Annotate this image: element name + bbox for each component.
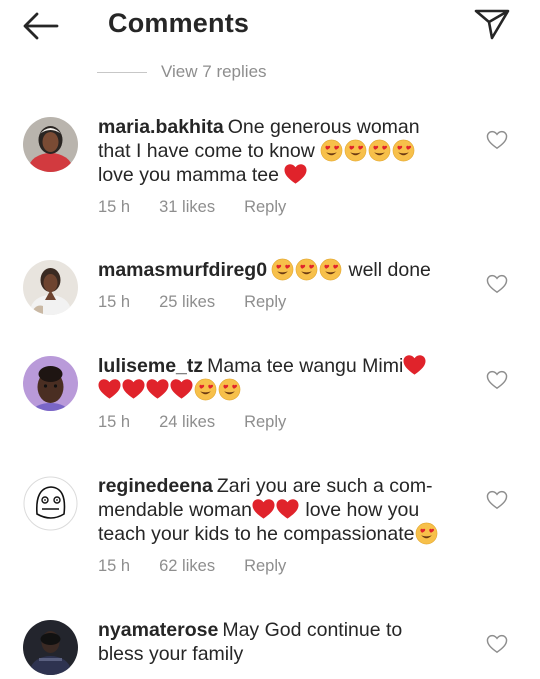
heart-eyes-emoji-icon <box>320 139 343 162</box>
comment-body: Zari you are such a com- <box>216 475 433 497</box>
red-heart-emoji-icon <box>276 498 299 520</box>
comment-username[interactable]: nyamaterose <box>98 619 218 641</box>
red-heart-emoji-icon <box>146 378 169 400</box>
comment-body: love you mamma tee <box>98 164 279 186</box>
heart-eyes-emoji-icon <box>295 258 318 281</box>
comment-meta: 15 h 62 likes Reply <box>98 557 315 576</box>
comment-text: luliseme_tz Mama tee wangu Mimi <box>98 354 473 402</box>
avatar[interactable] <box>23 476 78 531</box>
avatar[interactable] <box>23 117 78 172</box>
heart-eyes-emoji-icon <box>271 258 294 281</box>
like-heart-icon[interactable] <box>486 130 508 150</box>
comment-likes[interactable]: 31 likes <box>159 198 215 217</box>
heart-eyes-emoji-icon <box>344 139 367 162</box>
comment-username[interactable]: mamasmurfdireg0 <box>98 259 267 281</box>
red-heart-emoji-icon <box>284 163 307 185</box>
comment-likes[interactable]: 62 likes <box>159 557 215 576</box>
view-replies-toggle[interactable]: View 7 replies <box>97 62 267 82</box>
comment-body: teach your kids to he compassionate <box>98 523 415 545</box>
avatar[interactable] <box>23 356 78 411</box>
red-heart-emoji-icon <box>170 378 193 400</box>
like-heart-icon[interactable] <box>486 274 508 294</box>
heart-eyes-emoji-icon <box>368 139 391 162</box>
comment-username[interactable]: luliseme_tz <box>98 355 203 377</box>
page-title: Comments <box>108 8 250 38</box>
comment-username[interactable]: maria.bakhita <box>98 116 224 138</box>
comment-body: that I have come to know <box>98 140 315 162</box>
view-replies-label: View 7 replies <box>161 62 267 81</box>
like-heart-icon[interactable] <box>486 370 508 390</box>
heart-eyes-emoji-icon <box>194 378 217 401</box>
comment-meta: 15 h 25 likes Reply <box>98 293 315 312</box>
avatar[interactable] <box>23 620 78 675</box>
comment-body: Mama tee wangu Mimi <box>207 355 404 377</box>
heart-eyes-emoji-icon <box>392 139 415 162</box>
comment-body: well done <box>348 259 431 281</box>
comment-time: 15 h <box>98 413 131 431</box>
comment-text: mamasmurfdireg0 well done <box>98 258 473 282</box>
red-heart-emoji-icon <box>252 498 275 520</box>
comment-meta: 15 h 31 likes Reply <box>98 198 315 217</box>
reply-button[interactable]: Reply <box>244 293 286 312</box>
comment-meta: 15 h 24 likes Reply <box>98 413 315 432</box>
comment-time: 15 h <box>98 557 131 575</box>
reply-button[interactable]: Reply <box>244 198 286 217</box>
avatar[interactable] <box>23 260 78 315</box>
comment-time: 15 h <box>98 198 131 216</box>
red-heart-emoji-icon <box>122 378 145 400</box>
comment-body: bless your family <box>98 643 244 665</box>
paper-plane-icon[interactable] <box>474 8 510 40</box>
comment-likes[interactable]: 25 likes <box>159 293 215 312</box>
comment-body: One generous woman <box>227 116 420 138</box>
header-bar: Comments <box>0 0 540 52</box>
comment-text: nyamaterose May God continue to bless you… <box>98 618 473 666</box>
heart-eyes-emoji-icon <box>415 522 438 545</box>
comment-time: 15 h <box>98 293 131 311</box>
comment-username[interactable]: reginedeena <box>98 475 213 497</box>
heart-eyes-emoji-icon <box>319 258 342 281</box>
divider-line <box>97 71 147 73</box>
comment-text: reginedeena Zari you are such a com- mend… <box>98 474 473 546</box>
comment-body: love how you <box>305 499 420 521</box>
reply-button[interactable]: Reply <box>244 557 286 576</box>
like-heart-icon[interactable] <box>486 490 508 510</box>
heart-eyes-emoji-icon <box>218 378 241 401</box>
comment-body: May God continue to <box>222 619 403 641</box>
red-heart-emoji-icon <box>98 378 121 400</box>
comment-body: mendable woman <box>98 499 252 521</box>
like-heart-icon[interactable] <box>486 634 508 654</box>
comment-likes[interactable]: 24 likes <box>159 413 215 432</box>
reply-button[interactable]: Reply <box>244 413 286 432</box>
back-arrow-icon[interactable] <box>22 10 60 42</box>
red-heart-emoji-icon <box>403 354 426 376</box>
comment-text: maria.bakhita One generous woman that I h… <box>98 115 473 187</box>
